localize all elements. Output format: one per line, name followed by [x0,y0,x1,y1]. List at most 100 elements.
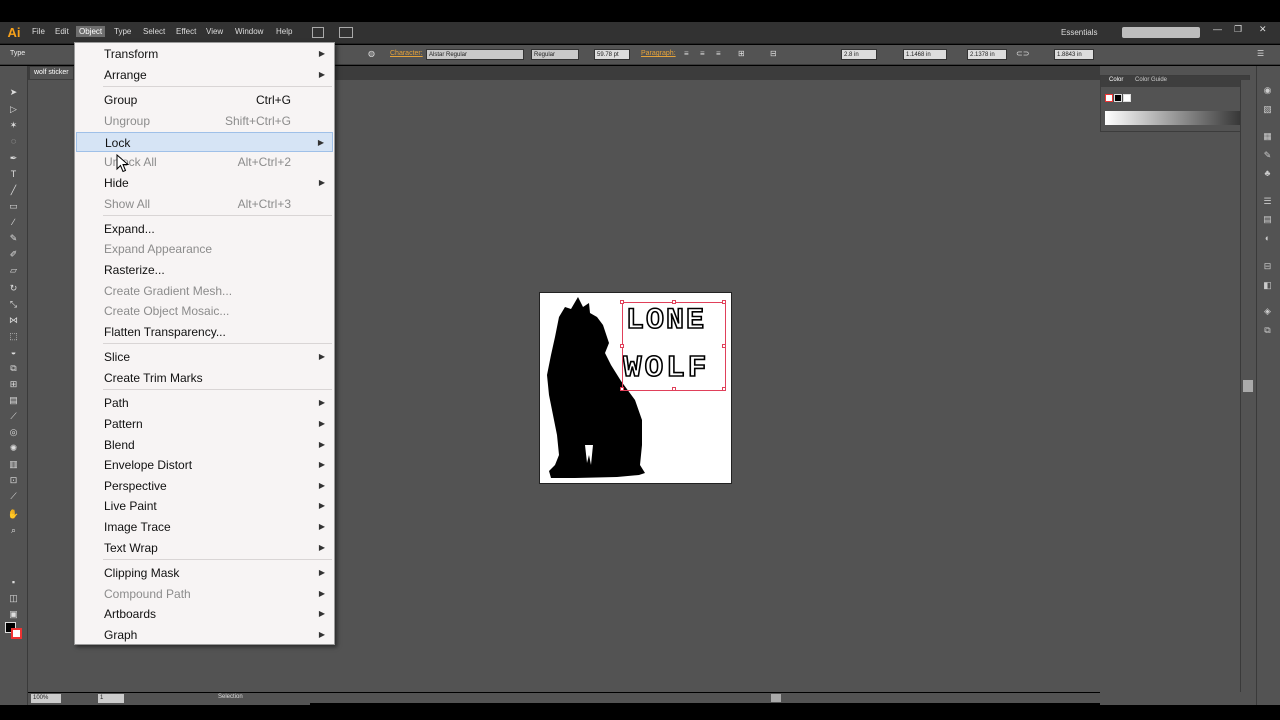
x-position-field[interactable]: 2.8 in [841,49,877,60]
stroke-color-swatch[interactable] [11,628,22,639]
color-spectrum-ramp[interactable] [1105,111,1243,125]
selection-bounding-box[interactable] [620,300,726,391]
menu-type[interactable]: Type [111,26,134,37]
artboards-panel-icon[interactable]: ⧉ [1261,325,1274,336]
menu-item-arrange[interactable]: Arrange ▶ [76,65,333,85]
free-transform-tool-icon[interactable]: ⬚ [7,330,20,342]
help-search-input[interactable] [1122,27,1200,38]
screen-mode-icon[interactable]: ▣ [7,608,20,620]
arrange-documents-icon[interactable] [339,27,353,38]
menu-window[interactable]: Window [232,26,266,37]
scale-tool-icon[interactable]: ⤡ [7,298,20,310]
draw-mode-icon[interactable]: ◫ [7,592,20,604]
transparency-panel-icon[interactable]: ◐ [1261,233,1274,244]
pen-tool-icon[interactable]: ✒ [7,152,20,164]
menu-item-image-trace[interactable]: Image Trace ▶ [76,517,333,537]
menu-item-rasterize[interactable]: Rasterize... [76,260,333,280]
align-center-icon[interactable]: ≡ [700,49,705,58]
color-mode-icon[interactable]: ▪ [7,576,20,588]
menu-file[interactable]: File [29,26,48,37]
layers-panel-icon[interactable]: ◈ [1261,306,1274,317]
magic-wand-tool-icon[interactable]: ✶ [7,119,20,131]
artboard-tool-icon[interactable]: ⊡ [7,474,20,486]
none-swatch[interactable] [1105,94,1113,102]
appearance-panel-icon[interactable]: ◉ [1261,85,1274,96]
stroke-panel-icon[interactable]: ☰ [1261,196,1274,207]
minimize-icon[interactable]: — [1213,24,1222,34]
menu-item-create-object-mosaic[interactable]: Create Object Mosaic... [76,301,333,321]
shape-builder-tool-icon[interactable]: ◒ [7,346,20,358]
width-field[interactable]: 2.1378 in [967,49,1007,60]
direct-selection-tool-icon[interactable]: ▷ [7,103,20,115]
zoom-tool-icon[interactable]: ⌕ [7,524,20,536]
gradient-tool-icon[interactable]: ▤ [7,394,20,406]
menu-item-group[interactable]: Group Ctrl+G [76,90,333,110]
eraser-tool-icon[interactable]: ▱ [7,264,20,276]
perspective-grid-tool-icon[interactable]: ⧉ [7,362,20,374]
font-family-select[interactable]: Alstar Regular [426,49,524,60]
hand-tool-icon[interactable]: ✋ [7,508,20,520]
resize-handle[interactable] [722,300,726,304]
symbol-sprayer-tool-icon[interactable]: ✺ [7,442,20,454]
tab-color-guide[interactable]: Color Guide [1135,77,1167,83]
menu-item-unlock-all[interactable]: Unlock All Alt+Ctrl+2 [76,152,333,172]
menu-item-lock[interactable]: Lock ▶ [76,132,333,152]
eyedropper-tool-icon[interactable]: ⟋ [7,410,20,422]
zoom-level-field[interactable]: 100% [31,694,61,703]
type-tool-icon[interactable]: T [7,168,20,180]
menu-item-expand[interactable]: Expand... [76,219,333,239]
menu-item-graph[interactable]: Graph ▶ [76,625,333,645]
brushes-panel-icon[interactable]: ✎ [1261,150,1274,161]
mesh-tool-icon[interactable]: ⊞ [7,378,20,390]
menu-item-envelope-distort[interactable]: Envelope Distort ▶ [76,455,333,475]
menu-object[interactable]: Object [76,26,106,37]
blend-tool-icon[interactable]: ◎ [7,426,20,438]
swatches-panel-icon[interactable]: ▦ [1261,131,1274,142]
align-left-icon[interactable]: ≡ [684,49,689,58]
align-right-icon[interactable]: ≡ [716,49,721,58]
rotate-tool-icon[interactable]: ↻ [7,282,20,294]
artboard-navigation-field[interactable]: 1 [98,694,124,703]
resize-handle[interactable] [620,387,624,391]
menu-item-text-wrap[interactable]: Text Wrap ▶ [76,538,333,558]
menu-item-live-paint[interactable]: Live Paint ▶ [76,496,333,516]
symbols-panel-icon[interactable]: ♣ [1261,168,1274,179]
menu-item-pattern[interactable]: Pattern ▶ [76,414,333,434]
horizontal-scroll-thumb[interactable] [771,694,781,702]
menu-item-blend[interactable]: Blend ▶ [76,435,333,455]
menu-item-ungroup[interactable]: Ungroup Shift+Ctrl+G [76,111,333,131]
transform-icon[interactable]: ⊞ [738,49,745,58]
resize-handle[interactable] [672,300,676,304]
gradient-panel-icon[interactable]: ▤ [1261,214,1274,225]
menu-edit[interactable]: Edit [52,26,72,37]
line-tool-icon[interactable]: ╱ [7,184,20,196]
rectangle-tool-icon[interactable]: ▭ [7,200,20,212]
selection-tool-icon[interactable]: ➤ [7,86,20,98]
constrain-proportions-icon[interactable]: ⊂⊃ [1016,49,1029,58]
y-position-field[interactable]: 1.1468 in [903,49,947,60]
tab-color[interactable]: Color [1109,77,1123,83]
resize-handle[interactable] [620,344,624,348]
menu-effect[interactable]: Effect [173,26,199,37]
paintbrush-tool-icon[interactable]: ∕ [7,216,20,228]
align-panel-icon[interactable]: ⊟ [1261,261,1274,272]
lasso-tool-icon[interactable]: ◌ [7,135,20,147]
document-tab[interactable]: wolf sticker [30,67,73,79]
panel-menu-icon[interactable]: ☰ [1257,49,1264,58]
slice-tool-icon[interactable]: ⟋ [7,490,20,502]
graphic-styles-panel-icon[interactable]: ▧ [1261,104,1274,115]
blob-brush-tool-icon[interactable]: ✐ [7,248,20,260]
column-graph-tool-icon[interactable]: ▥ [7,458,20,470]
width-tool-icon[interactable]: ⋈ [7,314,20,326]
pencil-tool-icon[interactable]: ✎ [7,232,20,244]
white-swatch[interactable] [1123,94,1131,102]
menu-item-show-all[interactable]: Show All Alt+Ctrl+3 [76,194,333,214]
tool-status-text[interactable]: Selection [218,694,243,700]
resize-handle[interactable] [672,387,676,391]
close-icon[interactable]: ✕ [1259,24,1267,35]
menu-item-hide[interactable]: Hide ▶ [76,173,333,193]
paragraph-link[interactable]: Paragraph: [641,50,676,57]
menu-item-slice[interactable]: Slice ▶ [76,347,333,367]
bridge-icon[interactable] [312,27,324,38]
artboard[interactable]: LONE WOLF [539,292,732,484]
